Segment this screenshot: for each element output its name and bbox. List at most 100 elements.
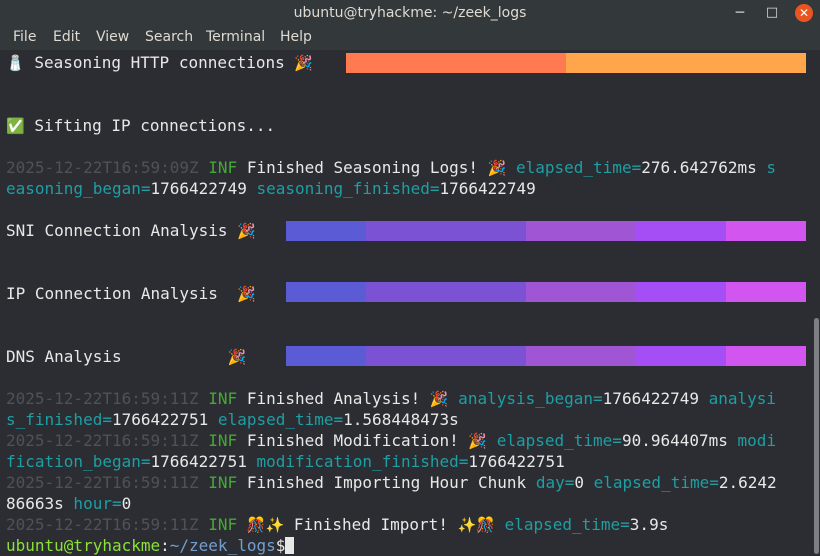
log-value: 0 — [574, 473, 584, 492]
maximize-icon[interactable]: □ — [763, 4, 781, 22]
log-key: elapsed_time= — [494, 515, 630, 534]
party-popper-icon: 🎉 — [294, 54, 314, 72]
analysis-progress-segment — [526, 282, 636, 302]
log-level: INF — [198, 431, 247, 450]
log-line-wrap: easoning_began=1766422749 seasoning_fini… — [6, 178, 536, 199]
http-progress-segment — [566, 53, 806, 73]
log-line: 2025-12-22T16:59:11Z INF Finished Import… — [6, 472, 777, 493]
http-progress-segment — [346, 53, 566, 73]
scrollbar-thumb[interactable] — [814, 318, 819, 554]
menu-view[interactable]: View — [96, 29, 129, 45]
log-key: analysis_began= — [448, 389, 603, 408]
sparkles-confetti-icon: ✨🎊 — [457, 516, 495, 534]
menu-search[interactable]: Search — [145, 29, 193, 45]
log-level: INF — [198, 515, 247, 534]
party-popper-icon: 🎉 — [237, 222, 256, 240]
log-line: 2025-12-22T16:59:11Z INF Finished Analys… — [6, 388, 776, 410]
terminal-output[interactable]: 🧂 Seasoning HTTP connections 🎉 ✅ Sifting… — [0, 50, 812, 556]
ip-analysis-line: IP Connection Analysis 🎉 — [6, 283, 256, 305]
log-line: 2025-12-22T16:59:09Z INF Finished Season… — [6, 157, 776, 179]
log-message: Finished Importing Hour Chunk — [246, 473, 527, 492]
party-popper-icon: 🎉 — [487, 159, 507, 177]
analysis-progress-segment — [726, 282, 806, 302]
log-value: 1766422751 — [111, 410, 209, 429]
party-popper-icon: 🎉 — [468, 432, 488, 450]
log-key: fication_began= — [6, 452, 151, 471]
log-message: Finished Modification! — [246, 431, 469, 450]
log-key: modification_finished= — [246, 452, 469, 471]
log-key: s_finished= — [6, 410, 112, 429]
prompt-symbol: $ — [275, 536, 286, 555]
log-line-wrap: 86663s hour=0 — [6, 493, 131, 514]
vertical-scrollbar[interactable] — [812, 50, 820, 556]
close-icon[interactable]: ✕ — [795, 4, 813, 22]
party-popper-icon: 🎉 — [429, 390, 449, 408]
dns-analysis-label: DNS Analysis — [6, 347, 228, 366]
log-line: 2025-12-22T16:59:11Z INF 🎊✨ Finished Imp… — [6, 514, 668, 536]
log-timestamp: 2025-12-22T16:59:11Z — [6, 473, 199, 492]
menu-help[interactable]: Help — [280, 29, 312, 45]
party-popper-icon: 🎉 — [227, 348, 247, 366]
log-key: elapsed_time= — [208, 410, 344, 429]
ip-analysis-label: IP Connection Analysis — [6, 284, 238, 303]
window-title: ubuntu@tryhackme: ~/zeek_logs — [293, 5, 527, 21]
log-level: INF — [198, 158, 247, 177]
check-mark-icon: ✅ — [6, 117, 25, 135]
log-message: Finished Analysis! — [246, 389, 430, 408]
log-key: analysi — [699, 389, 777, 408]
menu-edit[interactable]: Edit — [53, 29, 80, 45]
log-value: 1766422749 — [439, 179, 536, 198]
log-timestamp: 2025-12-22T16:59:11Z — [6, 389, 199, 408]
analysis-progress-segment — [726, 221, 806, 241]
log-value: 0 — [121, 494, 132, 513]
menu-terminal[interactable]: Terminal — [206, 29, 265, 45]
analysis-progress-segment — [526, 346, 636, 366]
log-value: 1766422749 — [150, 179, 247, 198]
log-value: 1766422751 — [468, 452, 565, 471]
salt-shaker-icon: 🧂 — [6, 54, 25, 72]
sni-progress-bar — [286, 221, 806, 241]
log-line-wrap: fication_began=1766422751 modification_f… — [6, 451, 565, 472]
log-value: 1766422751 — [150, 452, 247, 471]
log-line-wrap: s_finished=1766422751 elapsed_time=1.568… — [6, 409, 459, 430]
analysis-progress-segment — [366, 221, 526, 241]
log-value: 2.6242 — [718, 473, 777, 492]
log-value: 3.9s — [629, 515, 669, 534]
menu-file[interactable]: File — [13, 29, 36, 45]
log-key: elapsed_time= — [487, 431, 622, 450]
prompt-user: ubuntu@tryhackme — [6, 536, 161, 555]
dns-progress-bar — [286, 346, 806, 366]
sifting-ip-label: Sifting IP connections... — [24, 116, 276, 135]
analysis-progress-segment — [636, 221, 726, 241]
http-progress-bar — [346, 53, 806, 73]
log-timestamp: 2025-12-22T16:59:11Z — [6, 515, 199, 534]
analysis-progress-segment — [636, 346, 726, 366]
minimize-icon[interactable]: ─ — [731, 4, 749, 22]
sifting-ip-line: ✅ Sifting IP connections... — [6, 115, 275, 137]
analysis-progress-segment — [286, 221, 366, 241]
log-level: INF — [198, 389, 247, 408]
terminal-window: ubuntu@tryhackme: ~/zeek_logs ─ □ ✕ File… — [0, 0, 820, 556]
shell-prompt[interactable]: ubuntu@tryhackme:~/zeek_logs$ — [6, 535, 295, 556]
log-key: modi — [727, 431, 777, 450]
analysis-progress-segment — [636, 282, 726, 302]
log-value: 86663s — [6, 494, 64, 513]
prompt-separator: : — [160, 536, 170, 555]
log-message: Finished Import! — [284, 515, 458, 534]
log-key: hour= — [63, 494, 122, 513]
party-popper-icon: 🎉 — [237, 285, 256, 303]
log-key: s — [756, 158, 777, 177]
ip-progress-bar — [286, 282, 806, 302]
analysis-progress-segment — [366, 282, 526, 302]
log-value: 276.642762ms — [641, 158, 757, 177]
log-timestamp: 2025-12-22T16:59:09Z — [6, 158, 199, 177]
analysis-progress-segment — [286, 282, 366, 302]
log-key: day= — [526, 473, 575, 492]
seasoning-http-label: Seasoning HTTP connections — [24, 53, 295, 72]
menu-bar: File Edit View Search Terminal Help — [0, 27, 820, 50]
log-value: 1766422749 — [602, 389, 699, 408]
analysis-progress-segment — [286, 346, 366, 366]
title-bar[interactable]: ubuntu@tryhackme: ~/zeek_logs ─ □ ✕ — [0, 0, 820, 27]
log-key: elapsed_time= — [506, 158, 642, 177]
log-value: 90.964407ms — [621, 431, 728, 450]
